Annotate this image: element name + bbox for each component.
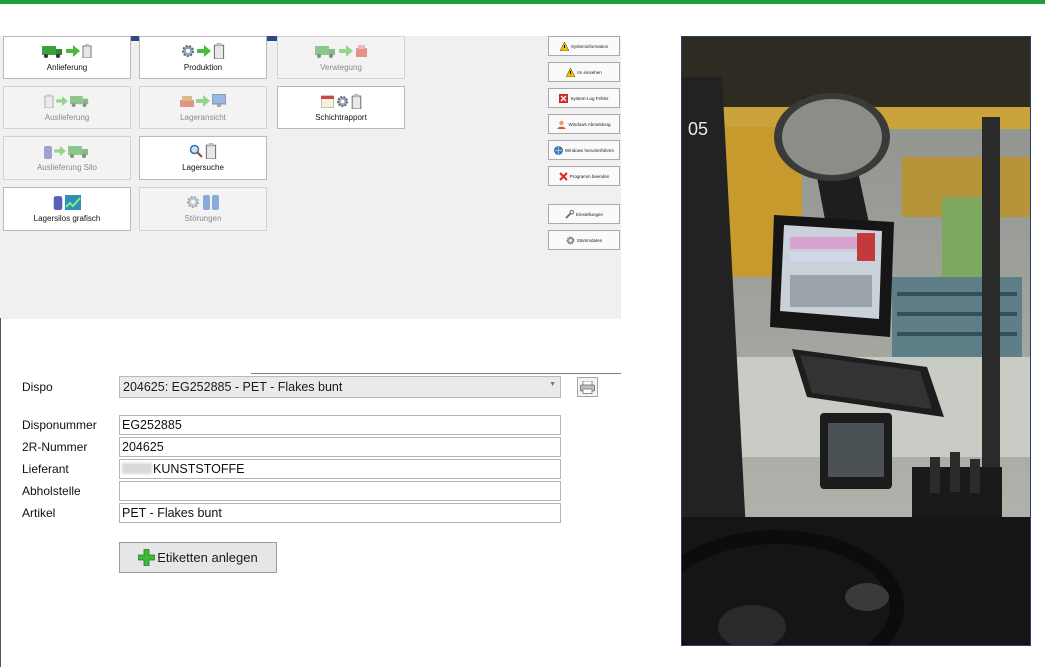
tile-lageransicht[interactable]: Lageransicht [139, 86, 267, 129]
tile-lagersuche[interactable]: Lagersuche [139, 136, 267, 180]
side-button-label: Im einsehen [577, 69, 602, 75]
tile-auslieferung-silo[interactable]: Auslieferung Silo [3, 136, 131, 180]
bag-icon [351, 93, 361, 109]
side-button-label: Windows herunterfahren [564, 147, 615, 153]
bag-icon [44, 94, 54, 108]
bag-icon [205, 143, 217, 159]
lieferant-field[interactable]: KUNSTSTOFFE [119, 459, 561, 479]
warning-icon [559, 41, 569, 51]
truck-icon [314, 45, 335, 58]
error-icon [559, 93, 569, 103]
calendar-icon [320, 95, 334, 108]
gear-icon [336, 95, 348, 107]
truck-icon [42, 45, 62, 58]
print-button[interactable] [577, 377, 598, 397]
tile-label: Auslieferung Silo [36, 163, 98, 172]
gear-icon [187, 196, 199, 208]
tile-stoerungen[interactable]: Störungen [139, 187, 267, 231]
lieferant-value: KUNSTSTOFFE [153, 462, 245, 476]
silo-pair-icon [203, 195, 219, 210]
chart-icon [65, 194, 81, 210]
redacted-text [122, 463, 152, 474]
artikel-field[interactable]: PET - Flakes bunt [119, 503, 561, 523]
warning-icon [566, 67, 576, 77]
lieferant-label: Lieferant [22, 462, 69, 476]
tile-label: Lageransicht [180, 113, 226, 122]
tile-verwiegung[interactable]: Verwiegung [277, 36, 405, 79]
magnifier-icon [189, 144, 203, 158]
side-button-label: Stammdaten [576, 237, 603, 243]
dispo-label: Dispo [22, 380, 53, 394]
arrow-right-icon [54, 146, 66, 156]
gear-icon [566, 236, 575, 245]
truck-icon [68, 145, 88, 158]
action-button-label: Etiketten anlegen [157, 550, 258, 565]
arrow-right-icon [56, 96, 68, 106]
close-icon [558, 171, 568, 181]
tile-label: Verwiegung [320, 63, 362, 72]
chevron-down-icon[interactable]: ▼ [549, 381, 556, 388]
scale-icon [355, 45, 367, 57]
side-button-label: Einstellungen [575, 211, 604, 217]
materials-icon [180, 95, 194, 107]
disponummer-field[interactable]: EG252885 [119, 415, 561, 435]
tile-label: Produktion [183, 63, 223, 72]
arrow-right-icon [66, 45, 80, 57]
tile-label: Anlieferung [46, 63, 88, 72]
windows-herunterfahren-button[interactable]: Windows herunterfahren [548, 140, 620, 160]
user-icon [557, 120, 566, 129]
wrench-icon [565, 209, 574, 219]
arrow-right-icon [197, 45, 211, 57]
launcher-panel: Anlieferung Produktion Verwiegung Auslie… [0, 36, 621, 319]
tile-anlieferung[interactable]: Anlieferung [3, 36, 131, 79]
programm-beenden-button[interactable]: Programm beenden [548, 166, 620, 186]
side-button-label: Systeminformation [570, 43, 609, 49]
windows-abmeldung-button[interactable]: Windows Abmeldung [548, 114, 620, 134]
tile-produktion[interactable]: Produktion [139, 36, 267, 79]
systeminformation-button[interactable]: Systeminformation [548, 36, 620, 56]
printer-icon [580, 380, 595, 394]
silo-icon [44, 145, 52, 159]
arrow-right-icon [196, 95, 210, 107]
cabin-number: 05 [688, 119, 708, 139]
disponummer-label: Disponummer [22, 418, 97, 432]
einstellungen-button[interactable]: Einstellungen [548, 204, 620, 224]
plus-icon [138, 549, 156, 566]
system-log-fehler-button[interactable]: System-Log Fehler [548, 88, 620, 108]
globe-icon [554, 145, 563, 155]
gear-icon [182, 45, 194, 57]
abholstelle-label: Abholstelle [22, 484, 81, 498]
side-button-label: Programm beenden [569, 173, 610, 179]
bag-icon [213, 43, 225, 59]
2r-nummer-label: 2R-Nummer [22, 440, 88, 454]
etiketten-anlegen-button[interactable]: Etiketten anlegen [119, 542, 277, 573]
divider [251, 373, 621, 374]
bag-icon [82, 44, 92, 58]
monitor-icon [212, 94, 226, 107]
stammdaten-button[interactable]: Stammdaten [548, 230, 620, 250]
silo-icon [53, 196, 63, 210]
tile-label: Schichtrapport [315, 113, 367, 122]
accent-bar [0, 0, 1045, 4]
dispo-select[interactable]: 204625: EG252885 - PET - Flakes bunt ▼ [119, 376, 561, 398]
forklift-cabin-photo: 05 [681, 36, 1031, 646]
abholstelle-field[interactable] [119, 481, 561, 501]
im-einsehen-button[interactable]: Im einsehen [548, 62, 620, 82]
divider [0, 318, 1, 667]
arrow-right-icon [338, 45, 353, 57]
tile-lagersilos-grafisch[interactable]: Lagersilos grafisch [3, 187, 131, 231]
artikel-label: Artikel [22, 506, 56, 520]
tile-label: Lagersilos grafisch [33, 214, 101, 223]
tile-auslieferung[interactable]: Auslieferung [3, 86, 131, 129]
side-button-label: System-Log Fehler [570, 95, 609, 101]
truck-icon [70, 96, 89, 107]
tile-schichtrapport[interactable]: Schichtrapport [277, 86, 405, 129]
2r-nummer-field[interactable]: 204625 [119, 437, 561, 457]
side-button-label: Windows Abmeldung [568, 121, 611, 127]
tile-label: Lagersuche [182, 163, 224, 172]
tile-label: Auslieferung [44, 113, 90, 122]
dispo-value: 204625: EG252885 - PET - Flakes bunt [123, 380, 343, 394]
tile-label: Störungen [184, 214, 222, 223]
